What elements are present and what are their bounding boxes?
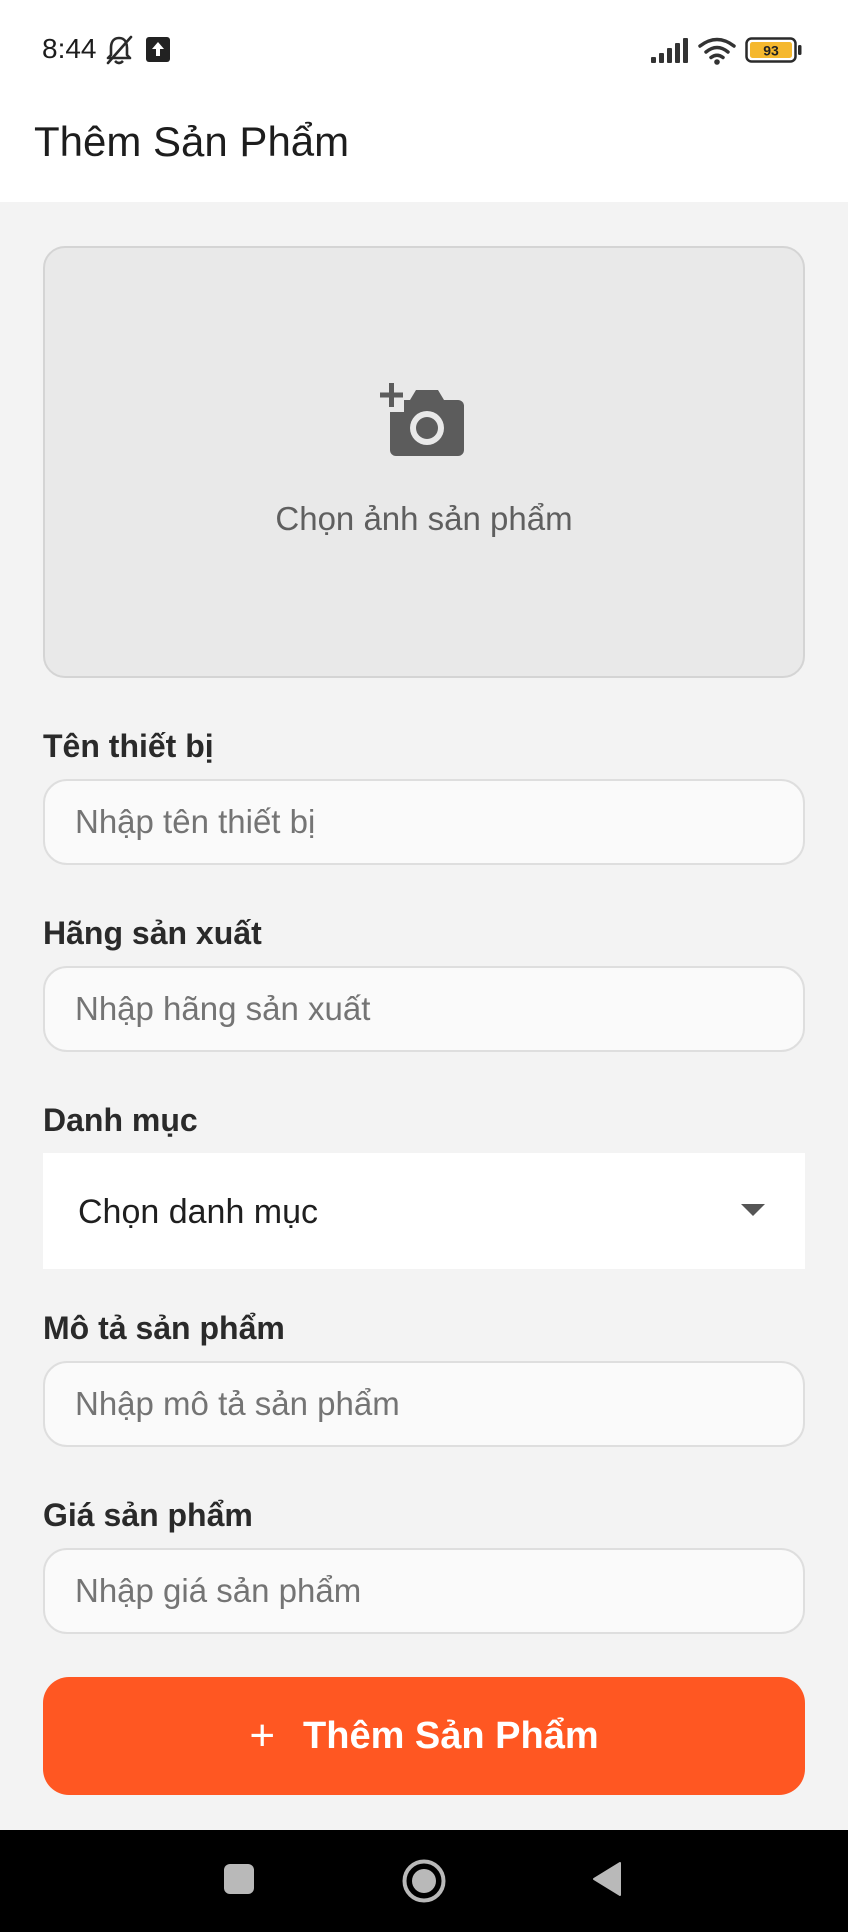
manufacturer-label: Hãng sản xuất [43, 915, 262, 951]
battery-icon: 93 [745, 37, 802, 63]
form-content: Chọn ảnh sản phẩm Tên thiết bị Hãng sản … [0, 202, 848, 1830]
page-title: Thêm Sản Phẩm [34, 118, 350, 165]
category-select[interactable]: Chọn danh mục [43, 1153, 805, 1269]
price-label: Giá sản phẩm [43, 1497, 253, 1533]
device-name-label: Tên thiết bị [43, 728, 214, 764]
category-select-value: Chọn danh mục [78, 1193, 319, 1231]
status-bar: 8:44 93 [0, 0, 848, 100]
system-nav-bar [0, 1830, 848, 1932]
bell-off-icon [106, 35, 133, 65]
wifi-icon [698, 37, 736, 65]
price-input[interactable] [43, 1548, 805, 1634]
home-icon[interactable] [401, 1858, 447, 1904]
dropdown-caret-icon [741, 1204, 765, 1216]
manufacturer-input[interactable] [43, 966, 805, 1052]
add-product-button-content: + Thêm Sản Phẩm [43, 1677, 805, 1795]
battery-level-text: 93 [763, 43, 779, 59]
screen: 8:44 93 Thêm Sản Phẩm Chọn ảnh sản phẩm … [0, 0, 848, 1932]
app-bar: Thêm Sản Phẩm [0, 100, 848, 202]
recent-apps-icon[interactable] [223, 1863, 255, 1895]
upload-icon [146, 37, 170, 62]
status-time: 8:44 [42, 33, 97, 64]
signal-icon [651, 38, 688, 63]
category-label: Danh mục [43, 1102, 198, 1138]
add-product-button[interactable]: + Thêm Sản Phẩm [43, 1677, 805, 1795]
image-picker-label: Chọn ảnh sản phẩm [275, 500, 573, 537]
image-picker[interactable]: Chọn ảnh sản phẩm [43, 246, 805, 678]
description-label: Mô tả sản phẩm [43, 1310, 285, 1346]
device-name-input[interactable] [43, 779, 805, 865]
back-icon[interactable] [591, 1861, 623, 1897]
add-photo-icon [380, 383, 464, 456]
add-product-button-label: Thêm Sản Phẩm [303, 1714, 599, 1757]
description-input[interactable] [43, 1361, 805, 1447]
plus-icon: + [249, 1711, 276, 1760]
